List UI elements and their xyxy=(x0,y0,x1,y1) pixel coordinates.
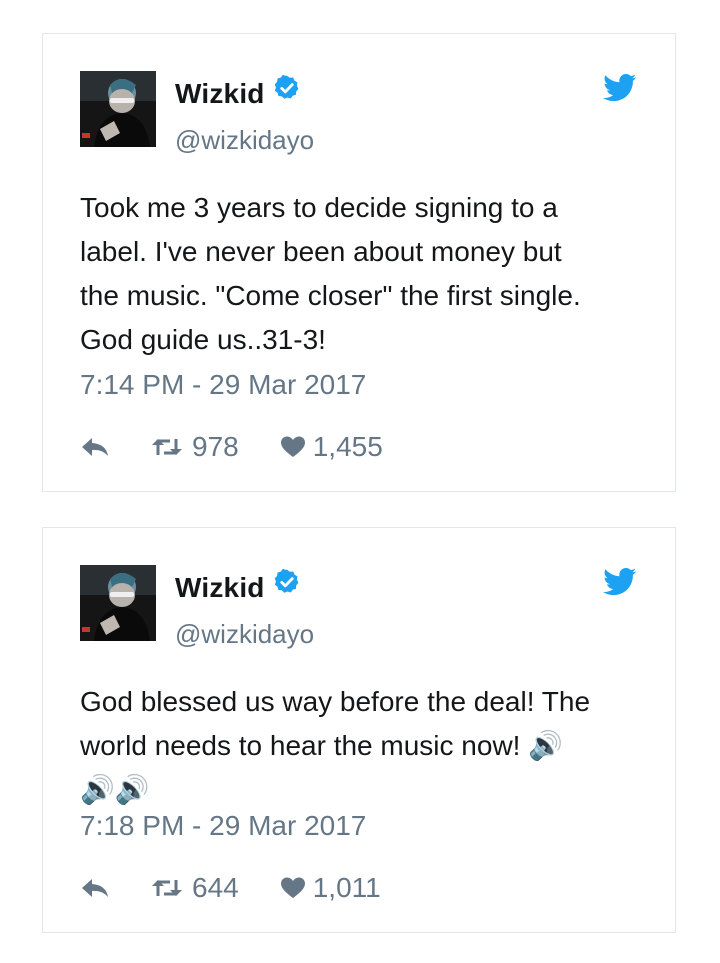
user-handle[interactable]: @wizkidayo xyxy=(175,125,314,156)
display-name[interactable]: Wizkid xyxy=(175,572,265,604)
tweet-text: Took me 3 years to decide signing to a l… xyxy=(80,192,581,355)
tweet-timestamp[interactable]: 7:18 PM - 29 Mar 2017 xyxy=(80,810,366,842)
like-count: 1,011 xyxy=(312,872,381,903)
tweet-text: God blessed us way before the deal! The … xyxy=(80,686,591,805)
verified-badge-icon xyxy=(274,74,299,99)
tweet-card[interactable]: Wizkid @wizkidayo Took me 3 years to dec… xyxy=(42,33,676,492)
retweet-icon[interactable] xyxy=(150,437,184,457)
user-handle[interactable]: @wizkidayo xyxy=(175,619,314,650)
heart-icon[interactable] xyxy=(280,877,305,899)
verified-badge-icon xyxy=(274,568,299,593)
retweet-count: 978 xyxy=(192,431,239,462)
display-name[interactable]: Wizkid xyxy=(175,78,265,110)
reply-icon[interactable] xyxy=(80,436,110,458)
tweet-card[interactable]: Wizkid @wizkidayo God blessed us way bef… xyxy=(42,527,676,933)
tweet-actions: 644 1,011 xyxy=(80,872,381,904)
retweet-icon[interactable] xyxy=(150,878,184,898)
avatar[interactable] xyxy=(80,565,156,641)
twitter-bird-icon[interactable] xyxy=(603,74,637,102)
avatar[interactable] xyxy=(80,71,156,147)
reply-icon[interactable] xyxy=(80,877,110,899)
tweet-actions: 978 1,455 xyxy=(80,431,383,463)
tweet-timestamp[interactable]: 7:14 PM - 29 Mar 2017 xyxy=(80,369,366,401)
retweet-count: 644 xyxy=(192,872,239,903)
like-count: 1,455 xyxy=(312,431,383,462)
twitter-bird-icon[interactable] xyxy=(603,568,637,596)
heart-icon[interactable] xyxy=(280,436,305,458)
